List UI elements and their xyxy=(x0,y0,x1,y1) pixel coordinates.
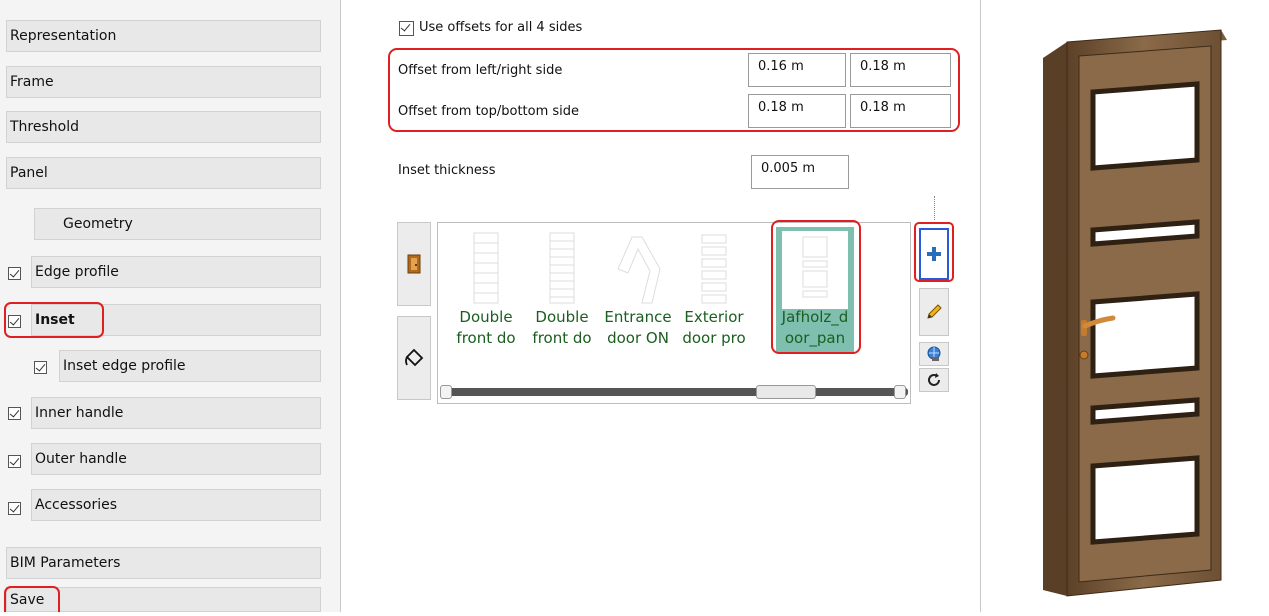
inset-edge-profile-label: Inset edge profile xyxy=(63,358,186,374)
edit-item-button[interactable] xyxy=(919,288,949,336)
refresh-icon xyxy=(928,373,940,386)
gallery-item-label: Entrance door ON xyxy=(600,307,676,349)
geometry-label: Geometry xyxy=(63,216,133,232)
gallery-item-line1: Double xyxy=(459,308,513,326)
inner-handle-button[interactable]: Inner handle xyxy=(31,397,321,429)
save-label: Save xyxy=(10,591,45,608)
paint-bucket-icon xyxy=(405,348,424,367)
inset-edge-profile-checkbox[interactable] xyxy=(34,361,47,374)
inset-checkbox[interactable] xyxy=(8,315,21,328)
edge-profile-label: Edge profile xyxy=(35,264,119,280)
gallery-item-selected[interactable]: Jafholz_d oor_pan xyxy=(772,223,858,363)
frame-label: Frame xyxy=(10,74,54,90)
bim-parameters-button[interactable]: BIM Parameters xyxy=(6,547,321,579)
offset-tb-label: Offset from top/bottom side xyxy=(398,104,580,119)
door-preview xyxy=(981,0,1269,612)
geometry-button[interactable]: Geometry xyxy=(34,208,321,240)
gallery-item-line1: Exterior xyxy=(684,308,744,326)
gallery-item-line2: door ON xyxy=(607,329,669,347)
representation-button[interactable]: Representation xyxy=(6,20,321,52)
representation-label: Representation xyxy=(10,28,117,44)
gallery-item-line2: door pro xyxy=(682,329,746,347)
save-button[interactable]: Save xyxy=(6,587,321,612)
gallery-item-line1: Jafholz_d xyxy=(781,308,849,326)
offset-left-field[interactable]: 0.16 m xyxy=(748,53,846,87)
properties-sidebar: Representation Frame Threshold Panel Geo… xyxy=(0,0,340,612)
gallery-item-line2: oor_pan xyxy=(784,329,846,347)
use-offsets-label: Use offsets for all 4 sides xyxy=(419,20,583,35)
offset-top-field[interactable]: 0.18 m xyxy=(748,94,846,128)
panel-button[interactable]: Panel xyxy=(6,157,321,189)
inset-label: Inset xyxy=(35,312,75,328)
outer-handle-button[interactable]: Outer handle xyxy=(31,443,321,475)
refresh-button[interactable] xyxy=(919,368,949,392)
scroll-right-cap[interactable] xyxy=(894,385,906,399)
gallery-tool-separator xyxy=(934,196,935,220)
add-item-button[interactable] xyxy=(919,228,949,280)
frame-button[interactable]: Frame xyxy=(6,66,321,98)
inset-button[interactable]: Inset xyxy=(31,304,321,336)
offset-lr-label: Offset from left/right side xyxy=(398,63,563,78)
double-front-door-thumb-icon xyxy=(549,232,575,304)
inset-settings-panel: Use offsets for all 4 sides Offset from … xyxy=(341,0,980,612)
gallery-item-line2: front do xyxy=(456,329,516,347)
door-icon xyxy=(407,254,421,274)
bim-parameters-label: BIM Parameters xyxy=(10,555,121,571)
paint-category-button[interactable] xyxy=(397,316,431,400)
gallery-item-label: Double front do xyxy=(524,307,600,349)
inset-thickness-field[interactable]: 0.005 m xyxy=(751,155,849,189)
threshold-button[interactable]: Threshold xyxy=(6,111,321,143)
online-library-button[interactable] xyxy=(919,342,949,366)
edge-profile-checkbox[interactable] xyxy=(8,267,21,280)
scroll-left-cap[interactable] xyxy=(440,385,452,399)
gallery-item[interactable]: Exterior door pro xyxy=(676,223,752,363)
gallery-item-label: Jafholz_d oor_pan xyxy=(776,307,854,349)
gallery-scrollbar[interactable] xyxy=(444,388,908,396)
inner-handle-checkbox[interactable] xyxy=(8,407,21,420)
accessories-button[interactable]: Accessories xyxy=(31,489,321,521)
panel-label: Panel xyxy=(10,165,48,181)
offset-right-field[interactable]: 0.18 m xyxy=(850,53,951,87)
entrance-door-thumb-icon xyxy=(617,236,661,304)
gallery-item[interactable]: Double front do xyxy=(448,223,524,363)
outer-handle-checkbox[interactable] xyxy=(8,455,21,468)
plus-icon xyxy=(927,247,941,261)
gallery-item-line1: Entrance xyxy=(604,308,672,326)
use-offsets-checkbox[interactable] xyxy=(399,21,414,36)
inner-handle-label: Inner handle xyxy=(35,405,124,421)
gallery-item-line2: front do xyxy=(532,329,592,347)
globe-icon xyxy=(927,346,941,361)
offset-bottom-field[interactable]: 0.18 m xyxy=(850,94,951,128)
scroll-thumb[interactable] xyxy=(756,385,816,399)
jafholz-door-panel-thumb-icon xyxy=(782,231,848,309)
door-3d-preview-icon xyxy=(1043,29,1227,597)
edge-profile-button[interactable]: Edge profile xyxy=(31,256,321,288)
gallery-item[interactable]: Entrance door ON xyxy=(600,223,676,363)
exterior-door-thumb-icon xyxy=(701,234,727,304)
door-category-button[interactable] xyxy=(397,222,431,306)
threshold-label: Threshold xyxy=(10,119,79,135)
gallery-item-line1: Double xyxy=(535,308,589,326)
gallery-item-label: Double front do xyxy=(448,307,524,349)
gallery-item-label: Exterior door pro xyxy=(676,307,752,349)
gallery-item[interactable]: Double front do xyxy=(524,223,600,363)
accessories-label: Accessories xyxy=(35,497,118,513)
pencil-icon xyxy=(927,304,942,319)
outer-handle-label: Outer handle xyxy=(35,451,127,467)
inset-thickness-label: Inset thickness xyxy=(398,163,496,178)
double-front-door-thumb-icon xyxy=(473,232,499,304)
accessories-checkbox[interactable] xyxy=(8,502,21,515)
inset-edge-profile-button[interactable]: Inset edge profile xyxy=(59,350,321,382)
inset-gallery: Double front do Double front do Entrance do… xyxy=(437,222,911,404)
